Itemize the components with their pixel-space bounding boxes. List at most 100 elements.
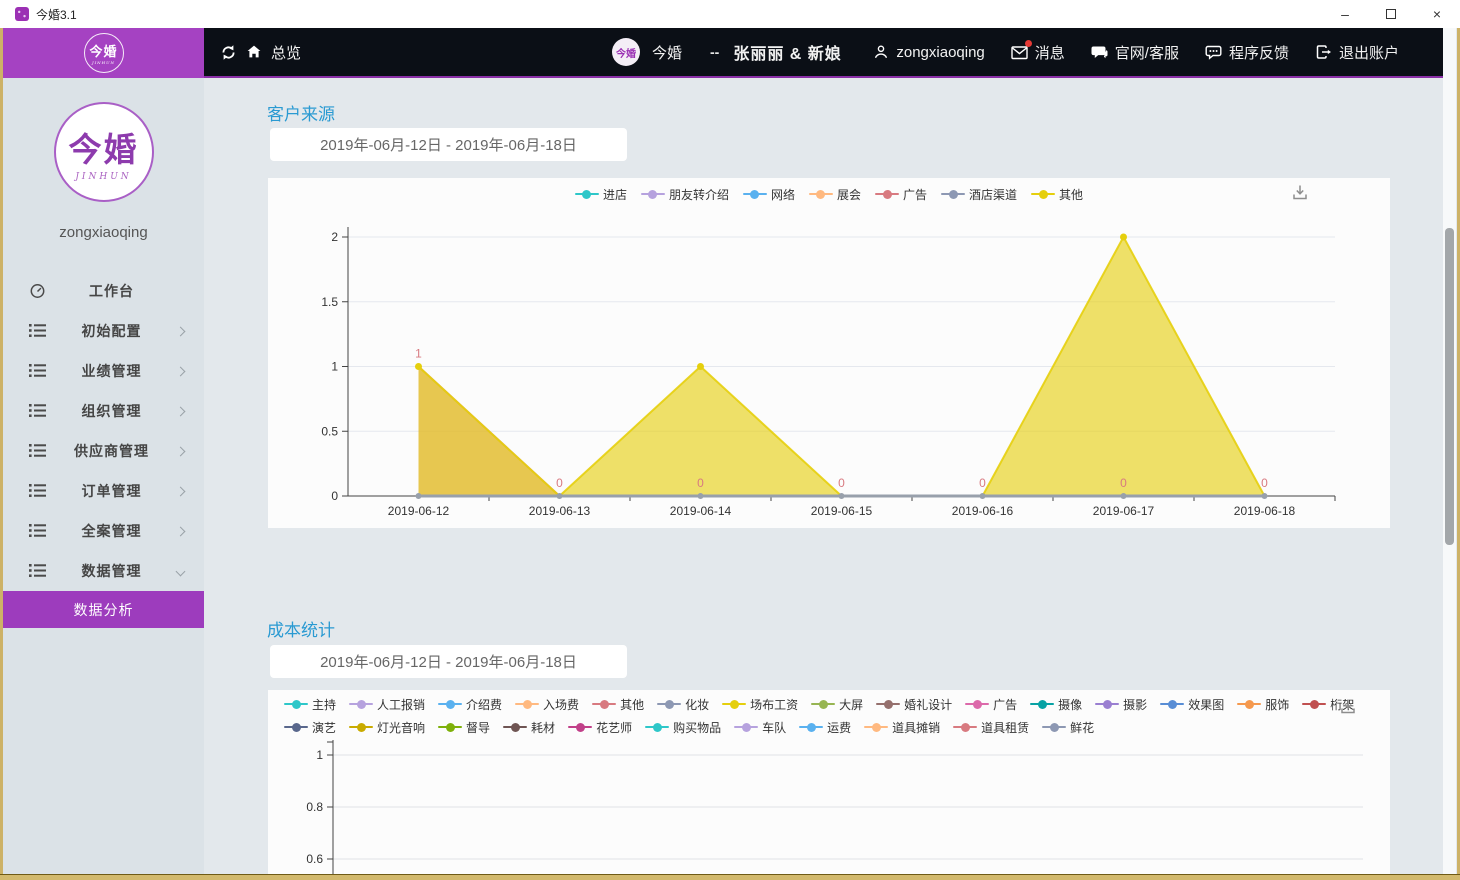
customer-source-area-chart: 00.511.522019-06-122019-06-132019-06-142… <box>268 178 1390 528</box>
legend-item-广告[interactable]: 广告 <box>875 185 927 203</box>
minimize-button[interactable]: – <box>1322 0 1368 28</box>
legend-label: 进店 <box>603 186 627 203</box>
legend-item-督导[interactable]: 督导 <box>438 718 490 736</box>
svg-text:2019-06-15: 2019-06-15 <box>811 504 873 518</box>
sidebar-item-label: 供应商管理 <box>46 441 177 461</box>
nav-feedback[interactable]: 程序反馈 <box>1205 42 1289 63</box>
refresh-icon[interactable] <box>220 44 237 61</box>
legend-item-花艺师[interactable]: 花艺师 <box>568 718 632 736</box>
sidebar-item-4-供应商管理[interactable]: 供应商管理 <box>3 431 204 471</box>
list-icon <box>29 403 46 419</box>
legend-marker-icon <box>743 190 767 199</box>
legend-item-购买物品[interactable]: 购买物品 <box>645 718 721 736</box>
legend-item-朋友转介绍[interactable]: 朋友转介绍 <box>641 185 729 203</box>
legend-label: 其他 <box>620 696 644 713</box>
legend-item-展会[interactable]: 展会 <box>809 185 861 203</box>
logout-icon <box>1315 44 1332 60</box>
legend-item-演艺[interactable]: 演艺 <box>284 718 336 736</box>
download-icon[interactable] <box>1340 698 1356 720</box>
legend-label: 场布工资 <box>750 696 798 713</box>
legend-item-婚礼设计[interactable]: 婚礼设计 <box>876 695 952 713</box>
legend-marker-icon <box>1095 700 1119 709</box>
legend-label: 广告 <box>993 696 1017 713</box>
legend-item-道具摊销[interactable]: 道具摊销 <box>864 718 940 736</box>
legend-item-运费[interactable]: 运费 <box>799 718 851 736</box>
legend-marker-icon <box>1042 723 1066 732</box>
legend-item-鲜花[interactable]: 鲜花 <box>1042 718 1094 736</box>
legend-item-酒店渠道[interactable]: 酒店渠道 <box>941 185 1017 203</box>
legend-item-场布工资[interactable]: 场布工资 <box>722 695 798 713</box>
sidebar-item-3-组织管理[interactable]: 组织管理 <box>3 391 204 431</box>
app-window: 今婚3.1 – × 今婚 JINHUN 今婚 JINHUN zongxiaoqi… <box>0 0 1460 880</box>
maximize-button[interactable] <box>1368 0 1414 28</box>
legend-item-耗材[interactable]: 耗材 <box>503 718 555 736</box>
sidebar-username: zongxiaoqing <box>3 224 204 241</box>
scrollbar-thumb[interactable] <box>1445 228 1454 545</box>
nav-logout[interactable]: 退出账户 <box>1315 42 1399 63</box>
legend-marker-icon <box>864 723 888 732</box>
legend-item-其他[interactable]: 其他 <box>1031 185 1083 203</box>
user-icon <box>873 44 889 60</box>
window-titlebar: 今婚3.1 – × <box>0 0 1460 28</box>
legend-item-化妆[interactable]: 化妆 <box>657 695 709 713</box>
sidebar-item-2-业绩管理[interactable]: 业绩管理 <box>3 351 204 391</box>
nav-current-order: 今婚 今婚 -- 张丽丽 & 新娘 <box>612 38 842 66</box>
nav-service-label: 官网/客服 <box>1115 42 1179 63</box>
sidebar-item-7-数据管理[interactable]: 数据管理 <box>3 551 204 591</box>
legend-marker-icon <box>284 723 308 732</box>
legend-item-效果图[interactable]: 效果图 <box>1160 695 1224 713</box>
svg-text:2: 2 <box>331 230 338 244</box>
legend-label: 灯光音响 <box>377 719 425 736</box>
sidebar: 今婚 JINHUN 今婚 JINHUN zongxiaoqing 工作台 初始配… <box>3 28 204 874</box>
legend-item-主持[interactable]: 主持 <box>284 695 336 713</box>
legend-marker-icon <box>965 700 989 709</box>
legend-label: 网络 <box>771 186 795 203</box>
chevron-icon <box>176 526 186 536</box>
sidebar-item-6-全案管理[interactable]: 全案管理 <box>3 511 204 551</box>
service-icon <box>1091 45 1108 60</box>
cost-stats-chart-panel: 主持人工报销介绍费入场费其他化妆场布工资大屏婚礼设计广告摄像摄影效果图服饰桁架演… <box>268 690 1390 874</box>
window-border-bottom <box>0 874 1460 880</box>
legend-item-广告[interactable]: 广告 <box>965 695 1017 713</box>
feedback-icon <box>1205 45 1222 60</box>
date-range-picker-1[interactable]: 2019年-06月-12日 - 2019年-06月-18日 <box>270 128 627 161</box>
legend-item-人工报销[interactable]: 人工报销 <box>349 695 425 713</box>
legend-marker-icon <box>515 700 539 709</box>
chart2-legend: 主持人工报销介绍费入场费其他化妆场布工资大屏婚礼设计广告摄像摄影效果图服饰桁架演… <box>284 695 1372 736</box>
svg-text:2019-06-12: 2019-06-12 <box>388 504 450 518</box>
sidebar-item-1-初始配置[interactable]: 初始配置 <box>3 311 204 351</box>
legend-item-道具租赁[interactable]: 道具租赁 <box>953 718 1029 736</box>
legend-item-介绍费[interactable]: 介绍费 <box>438 695 502 713</box>
legend-marker-icon <box>438 723 462 732</box>
date-range-picker-2[interactable]: 2019年-06月-12日 - 2019年-06月-18日 <box>270 645 627 678</box>
legend-label: 督导 <box>466 719 490 736</box>
legend-item-进店[interactable]: 进店 <box>575 185 627 203</box>
legend-item-灯光音响[interactable]: 灯光音响 <box>349 718 425 736</box>
download-icon[interactable] <box>1292 184 1308 206</box>
legend-item-入场费[interactable]: 入场费 <box>515 695 579 713</box>
chevron-icon <box>176 446 186 456</box>
legend-item-摄影[interactable]: 摄影 <box>1095 695 1147 713</box>
vertical-scrollbar[interactable] <box>1443 28 1456 874</box>
list-icon <box>29 563 46 579</box>
top-navbar: 总览 今婚 今婚 -- 张丽丽 & 新娘 zongxiaoqing 消息 <box>204 28 1443 78</box>
legend-item-车队[interactable]: 车队 <box>734 718 786 736</box>
sidebar-item-0-工作台[interactable]: 工作台 <box>3 271 204 311</box>
sidebar-menu: 工作台 初始配置 业绩管理 组织管理 供应商管理 订单管理 全案管理 数据管理 <box>3 271 204 591</box>
nav-user[interactable]: zongxiaoqing <box>873 44 984 61</box>
nav-service[interactable]: 官网/客服 <box>1091 42 1179 63</box>
home-icon[interactable] <box>246 44 262 60</box>
legend-item-网络[interactable]: 网络 <box>743 185 795 203</box>
legend-item-大屏[interactable]: 大屏 <box>811 695 863 713</box>
nav-logout-label: 退出账户 <box>1339 42 1399 63</box>
sidebar-item-data-analysis-active[interactable]: 数据分析 <box>3 591 204 628</box>
nav-messages[interactable]: 消息 <box>1011 42 1065 63</box>
legend-item-摄像[interactable]: 摄像 <box>1030 695 1082 713</box>
sidebar-item-5-订单管理[interactable]: 订单管理 <box>3 471 204 511</box>
legend-item-服饰[interactable]: 服饰 <box>1237 695 1289 713</box>
legend-label: 花艺师 <box>596 719 632 736</box>
legend-item-其他[interactable]: 其他 <box>592 695 644 713</box>
nav-overview-link[interactable]: 总览 <box>271 42 301 63</box>
brand-logo-small: 今婚 JINHUN <box>84 33 124 73</box>
close-button[interactable]: × <box>1414 0 1460 28</box>
